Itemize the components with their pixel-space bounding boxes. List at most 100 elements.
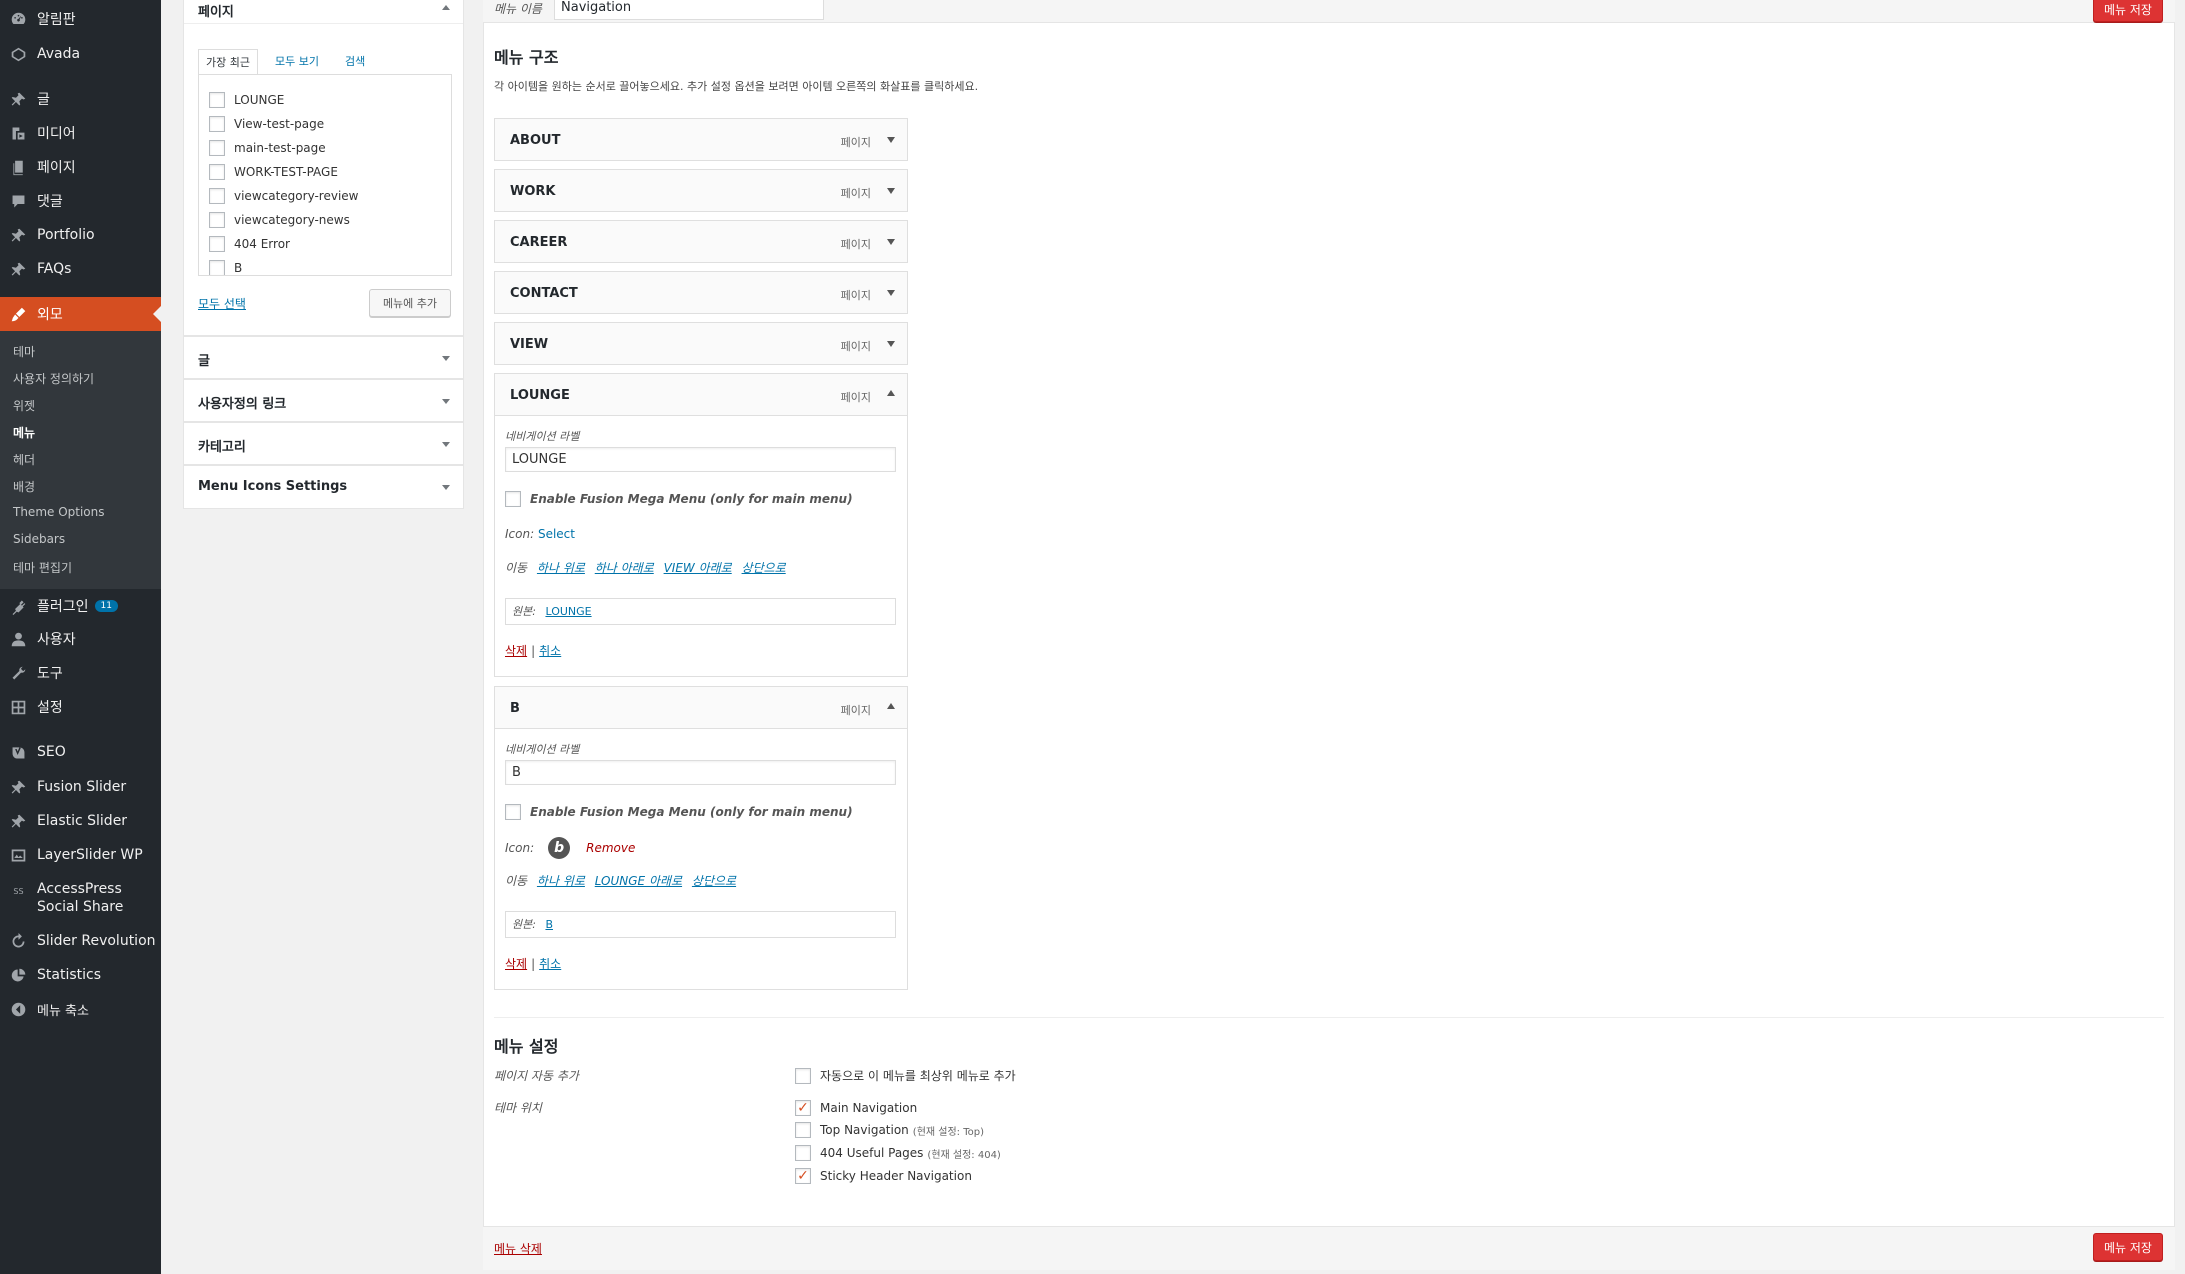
sidebar-item-faqs[interactable]: FAQs (0, 258, 161, 280)
add-to-menu-button[interactable]: 메뉴에 추가 (369, 289, 451, 317)
expand-arrow-icon[interactable] (887, 137, 895, 143)
sidebar-item-slider-revolution[interactable]: Slider Revolution (0, 930, 161, 952)
checkbox[interactable] (209, 116, 225, 132)
collapse-arrow-icon[interactable] (887, 390, 895, 396)
sidebar-item-media[interactable]: 미디어 (0, 122, 161, 144)
custom-links-metabox[interactable]: 사용자정의 링크 (183, 379, 464, 422)
sidebar-item-fusion-slider[interactable]: Fusion Slider (0, 776, 161, 798)
checkbox[interactable] (209, 260, 225, 275)
page-checkbox-row[interactable]: View-test-page (209, 116, 324, 132)
checkbox[interactable] (209, 92, 225, 108)
submenu-item-sidebars[interactable]: Sidebars (13, 532, 65, 546)
tab-view-all[interactable]: 모두 보기 (268, 49, 326, 75)
submenu-item-menus[interactable]: 메뉴 (13, 424, 35, 441)
page-checkbox-row[interactable]: viewcategory-news (209, 212, 350, 228)
save-menu-button-bottom[interactable]: 메뉴 저장 (2093, 1233, 2163, 1261)
expand-arrow-icon[interactable] (887, 239, 895, 245)
delete-link[interactable]: 삭제 (505, 644, 527, 658)
auto-add-option[interactable]: 자동으로 이 메뉴를 최상위 메뉴로 추가 (795, 1067, 1016, 1084)
checkbox[interactable] (209, 164, 225, 180)
location-404-useful-pages[interactable]: 404 Useful Pages (현재 설정: 404) (795, 1145, 1001, 1161)
submenu-item-theme-options[interactable]: Theme Options (13, 505, 105, 519)
menu-item-view[interactable]: VIEW 페이지 (494, 322, 908, 365)
sidebar-item-settings[interactable]: 설정 (0, 696, 161, 718)
move-up-link[interactable]: 하나 위로 (537, 561, 585, 575)
menu-item-contact[interactable]: CONTACT 페이지 (494, 271, 908, 314)
move-top-link[interactable]: 상단으로 (692, 874, 736, 888)
delete-menu-link[interactable]: 메뉴 삭제 (494, 1240, 542, 1257)
checkbox[interactable] (209, 212, 225, 228)
submenu-item-background[interactable]: 배경 (13, 478, 35, 495)
sidebar-item-statistics[interactable]: Statistics (0, 964, 161, 986)
sidebar-item-tools[interactable]: 도구 (0, 662, 161, 684)
location-checkbox[interactable] (795, 1145, 811, 1161)
menu-item-lounge[interactable]: LOUNGE 페이지 (494, 373, 908, 416)
page-checkbox-row[interactable]: main-test-page (209, 140, 326, 156)
move-top-link[interactable]: 상단으로 (742, 561, 786, 575)
submenu-item-header[interactable]: 헤더 (13, 451, 35, 468)
sidebar-item-elastic-slider[interactable]: Elastic Slider (0, 810, 161, 832)
nav-label-input[interactable]: B (505, 760, 896, 785)
save-menu-button-top[interactable]: 메뉴 저장 (2093, 0, 2163, 22)
mega-menu-option[interactable]: Enable Fusion Mega Menu (only for main m… (505, 491, 853, 507)
mega-menu-option[interactable]: Enable Fusion Mega Menu (only for main m… (505, 804, 853, 820)
location-main-navigation[interactable]: Main Navigation (795, 1100, 917, 1116)
menu-item-work[interactable]: WORK 페이지 (494, 169, 908, 212)
menu-name-input[interactable]: Navigation (554, 0, 824, 20)
mega-menu-checkbox[interactable] (505, 491, 521, 507)
submenu-item-customize[interactable]: 사용자 정의하기 (13, 370, 94, 387)
tab-recent[interactable]: 가장 최근 (198, 49, 258, 75)
auto-add-checkbox[interactable] (795, 1067, 811, 1084)
sidebar-item-users[interactable]: 사용자 (0, 628, 161, 650)
cancel-link[interactable]: 취소 (539, 957, 561, 971)
checkbox[interactable] (209, 140, 225, 156)
select-all-link[interactable]: 모두 선택 (198, 295, 246, 312)
sidebar-item-layerslider[interactable]: LayerSlider WP (0, 844, 161, 866)
page-checkbox-row[interactable]: viewcategory-review (209, 188, 358, 204)
location-checkbox-checked[interactable] (795, 1100, 811, 1116)
menu-item-career[interactable]: CAREER 페이지 (494, 220, 908, 263)
sidebar-item-seo[interactable]: SEO (0, 741, 161, 763)
checkbox[interactable] (209, 188, 225, 204)
nav-label-input[interactable]: LOUNGE (505, 447, 896, 472)
submenu-item-widgets[interactable]: 위젯 (13, 397, 35, 414)
original-link[interactable]: B (545, 918, 553, 931)
icon-select-link[interactable]: Select (538, 527, 575, 541)
cancel-link[interactable]: 취소 (539, 644, 561, 658)
submenu-item-theme-editor[interactable]: 테마 편집기 (13, 559, 72, 576)
location-checkbox-checked[interactable] (795, 1168, 811, 1184)
categories-metabox[interactable]: 카테고리 (183, 422, 464, 465)
location-sticky-header-navigation[interactable]: Sticky Header Navigation (795, 1168, 972, 1184)
original-link[interactable]: LOUNGE (545, 605, 591, 618)
menu-item-about[interactable]: ABOUT 페이지 (494, 118, 908, 161)
sidebar-item-dashboard[interactable]: 알림판 (0, 8, 161, 30)
submenu-item-themes[interactable]: 테마 (13, 343, 35, 360)
page-checkbox-row[interactable]: LOUNGE (209, 92, 284, 108)
sidebar-item-pages[interactable]: 페이지 (0, 156, 161, 178)
expand-arrow-icon[interactable] (887, 341, 895, 347)
sidebar-item-avada[interactable]: Avada (0, 43, 161, 65)
chevron-up-icon[interactable] (442, 5, 450, 10)
move-up-link[interactable]: 하나 위로 (537, 874, 585, 888)
page-checkbox-row[interactable]: 404 Error (209, 236, 290, 252)
sidebar-item-appearance[interactable]: 외모 (0, 297, 161, 331)
delete-link[interactable]: 삭제 (505, 957, 527, 971)
menu-icons-settings-metabox[interactable]: Menu Icons Settings (183, 465, 464, 509)
mega-menu-checkbox[interactable] (505, 804, 521, 820)
location-top-navigation[interactable]: Top Navigation (현재 설정: Top) (795, 1122, 984, 1138)
sidebar-item-portfolio[interactable]: Portfolio (0, 224, 161, 246)
sidebar-item-accesspress[interactable]: SS AccessPress Social Share (0, 880, 161, 918)
move-under-link[interactable]: LOUNGE 아래로 (595, 874, 682, 888)
expand-arrow-icon[interactable] (887, 188, 895, 194)
location-checkbox[interactable] (795, 1122, 811, 1138)
expand-arrow-icon[interactable] (887, 290, 895, 296)
move-down-link[interactable]: 하나 아래로 (595, 561, 654, 575)
move-under-link[interactable]: VIEW 아래로 (664, 561, 732, 575)
collapse-arrow-icon[interactable] (887, 703, 895, 709)
sidebar-item-plugins[interactable]: 플러그인 11 (0, 595, 161, 617)
tab-search[interactable]: 검색 (338, 49, 372, 75)
page-checkbox-row[interactable]: B (209, 260, 242, 275)
page-checkbox-row[interactable]: WORK-TEST-PAGE (209, 164, 338, 180)
sidebar-item-comments[interactable]: 댓글 (0, 190, 161, 212)
posts-metabox[interactable]: 글 (183, 336, 464, 379)
